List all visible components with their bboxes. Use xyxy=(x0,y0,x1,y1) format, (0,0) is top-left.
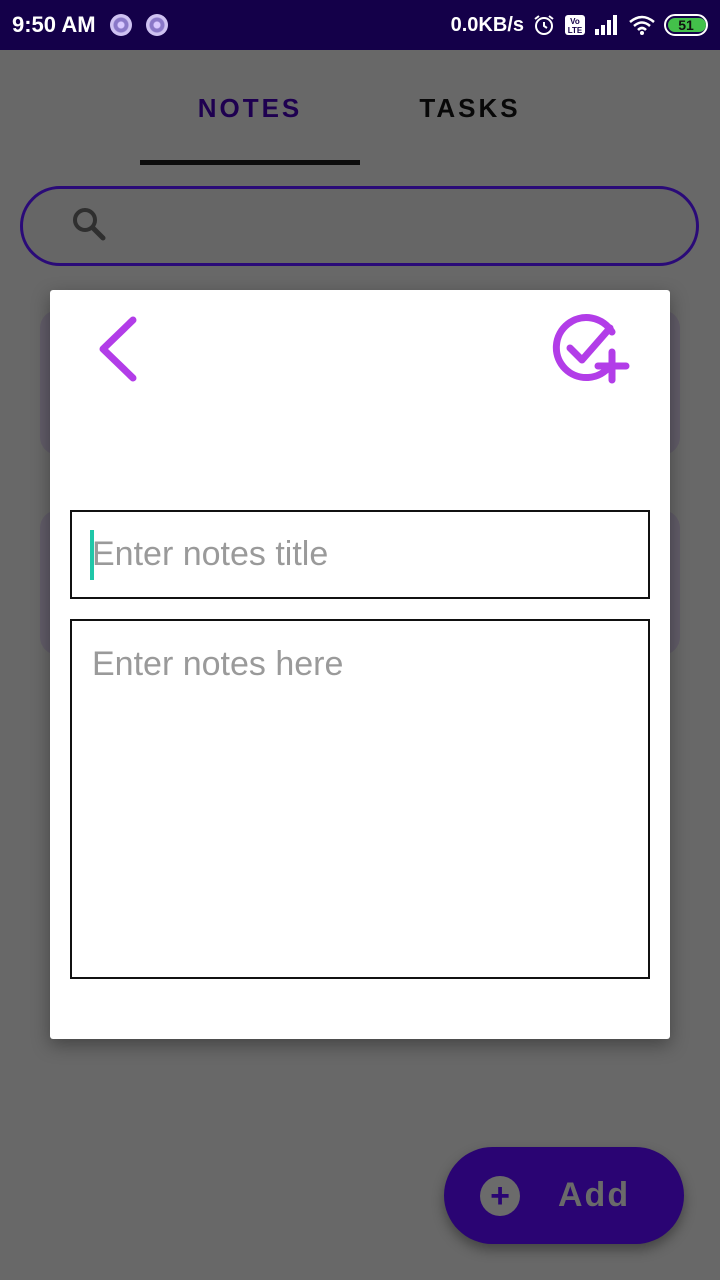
notification-dot-icon xyxy=(109,14,132,36)
network-speed: 0.0KB/s xyxy=(450,13,524,36)
add-circle-icon: + xyxy=(480,1175,520,1216)
chevron-left-icon xyxy=(95,314,139,389)
add-button[interactable]: + Add xyxy=(444,1147,684,1244)
status-bar: 9:50 AM 0.0KB/s Vo LTE 51 xyxy=(0,0,720,50)
battery-level: 51 xyxy=(678,17,694,33)
status-time: 9:50 AM xyxy=(12,12,96,37)
save-note-button[interactable] xyxy=(550,314,630,386)
text-caret xyxy=(90,530,94,580)
note-title-placeholder: Enter notes title xyxy=(92,535,329,573)
battery-icon: 51 xyxy=(664,14,708,36)
tab-bar: NOTES TASKS xyxy=(0,50,720,166)
notification-dot-icon xyxy=(145,14,168,36)
back-button[interactable] xyxy=(92,316,142,386)
search-icon xyxy=(69,204,109,249)
note-title-input[interactable]: Enter notes title xyxy=(70,510,650,599)
notification-icons xyxy=(109,14,168,36)
note-body-input[interactable]: Enter notes here xyxy=(70,619,650,979)
status-right: 0.0KB/s Vo LTE 51 xyxy=(451,13,708,37)
svg-text:LTE: LTE xyxy=(568,26,583,35)
note-body-placeholder: Enter notes here xyxy=(92,645,344,683)
wifi-icon xyxy=(628,14,656,36)
add-note-dialog: Enter notes title Enter notes here xyxy=(50,290,670,1039)
alarm-icon xyxy=(532,13,556,37)
svg-text:Vo: Vo xyxy=(570,17,580,26)
check-circle-plus-icon xyxy=(550,314,630,390)
volte-icon: Vo LTE xyxy=(564,14,586,36)
tab-notes[interactable]: NOTES xyxy=(140,50,360,166)
tab-tasks[interactable]: TASKS xyxy=(360,50,580,166)
signal-icon xyxy=(594,14,620,36)
search-bar[interactable] xyxy=(20,186,699,266)
tab-indicator xyxy=(140,160,360,165)
add-button-label: Add xyxy=(558,1176,631,1214)
